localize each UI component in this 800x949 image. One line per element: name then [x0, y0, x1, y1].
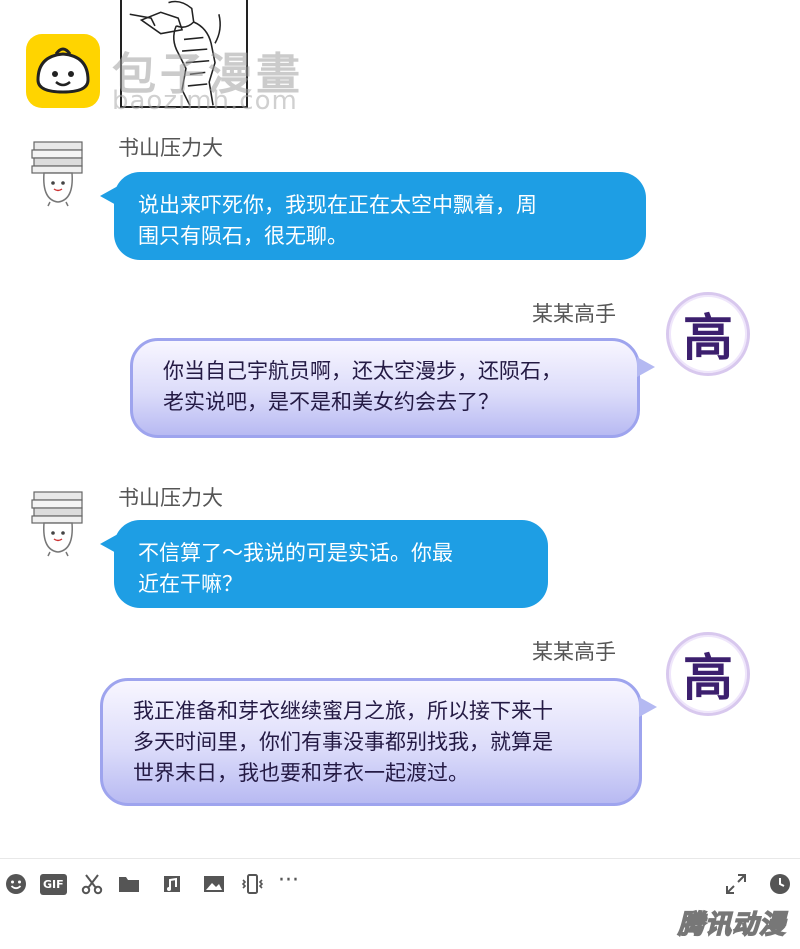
folder-icon[interactable]	[117, 871, 141, 897]
message-bubble[interactable]: 我正准备和芽衣继续蜜月之旅，所以接下来十 多天时间里，你们有事没事都别找我，就算…	[100, 678, 657, 806]
sender-name: 某某高手	[532, 302, 616, 326]
tencent-comics-logo: 腾讯动漫	[677, 909, 786, 941]
avatar-books-icon[interactable]	[30, 138, 86, 208]
sender-name: 书山压力大	[118, 486, 223, 510]
sender-name: 某某高手	[532, 640, 616, 664]
message-line: 老实说吧，是不是和美女约会去了？	[163, 390, 499, 414]
message-bubble[interactable]: 你当自己宇航员啊，还太空漫步，还陨石， 老实说吧，是不是和美女约会去了？	[130, 338, 655, 438]
gif-label: GIF	[40, 873, 67, 895]
watermark-logo	[26, 34, 100, 108]
message-line: 不信算了～我说的可是实话。你最	[138, 541, 453, 565]
gif-icon[interactable]: GIF	[40, 871, 67, 897]
message-line: 多天时间里，你们有事没事都别找我，就算是	[133, 730, 553, 754]
avatar-books-icon[interactable]	[30, 488, 86, 558]
emoji-icon[interactable]	[4, 871, 28, 897]
avatar-gao-icon[interactable]: 高	[666, 292, 750, 376]
message-line: 你当自己宇航员啊，还太空漫步，还陨石，	[163, 359, 562, 383]
message-line: 世界末日，我也要和芽衣一起渡过。	[133, 761, 469, 785]
image-icon[interactable]	[202, 871, 226, 897]
message-bubble[interactable]: 说出来吓死你，我现在正在太空中飘着，周 围只有陨石，很无聊。	[100, 172, 646, 260]
scissors-icon[interactable]	[80, 871, 104, 897]
expand-icon[interactable]	[724, 871, 748, 897]
more-icon[interactable]: ···	[278, 867, 299, 893]
message-line: 围只有陨石，很无聊。	[138, 224, 348, 248]
message-line: 近在干嘛？	[138, 572, 243, 596]
avatar-gao-icon[interactable]: 高	[666, 632, 750, 716]
avatar-char: 高	[683, 308, 733, 367]
shake-icon[interactable]	[240, 871, 264, 897]
message-line: 我正准备和芽衣继续蜜月之旅，所以接下来十	[133, 699, 553, 723]
message-line: 说出来吓死你，我现在正在太空中飘着，周	[138, 193, 537, 217]
music-icon[interactable]	[160, 871, 184, 897]
watermark-url: baozimh.com	[112, 86, 298, 116]
avatar-char: 高	[683, 648, 733, 707]
sender-name: 书山压力大	[118, 136, 223, 160]
chat-toolbar: GIF ···	[0, 858, 800, 906]
clock-icon[interactable]	[768, 871, 792, 897]
message-bubble[interactable]: 不信算了～我说的可是实话。你最 近在干嘛？	[100, 520, 548, 608]
